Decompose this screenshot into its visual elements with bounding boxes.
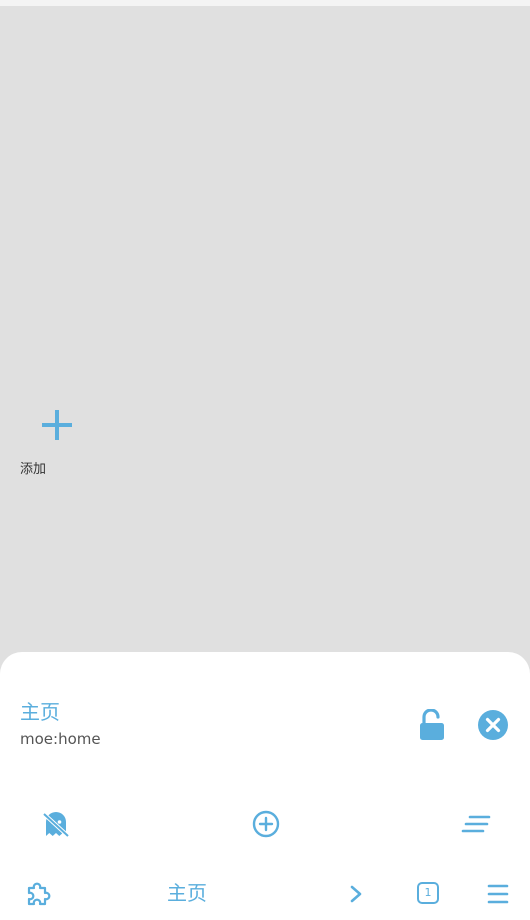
bottom-nav-bar: 主页 1 — [0, 872, 530, 916]
close-circle-icon — [478, 710, 508, 740]
plus-icon — [42, 410, 72, 440]
menu-icon — [487, 884, 509, 904]
page-info: 主页 moe:home — [20, 700, 101, 748]
status-bar — [0, 0, 530, 6]
forward-button[interactable] — [336, 874, 376, 914]
ghost-incognito-icon — [42, 812, 70, 838]
find-lines-icon — [461, 815, 491, 833]
tabs-icon: 1 — [417, 882, 439, 904]
chevron-right-icon — [350, 885, 362, 903]
page-title: 主页 — [20, 700, 60, 724]
add-circle-icon — [252, 810, 280, 838]
page-url[interactable]: moe:home — [20, 730, 101, 748]
home-button[interactable]: 主页 — [160, 880, 214, 906]
browser-screen: 添加 主页 moe:home 主页 1 — [0, 0, 530, 920]
extensions-button[interactable] — [18, 874, 58, 914]
close-button[interactable] — [474, 706, 512, 744]
tabs-button[interactable]: 1 — [408, 874, 448, 914]
new-tab-button[interactable] — [246, 804, 286, 844]
add-shortcut-label: 添加 — [20, 462, 47, 477]
lock-button[interactable] — [414, 706, 450, 744]
puzzle-extension-icon — [27, 882, 51, 906]
incognito-button[interactable] — [36, 804, 76, 844]
unlock-icon — [420, 709, 444, 740]
find-in-page-button[interactable] — [456, 804, 496, 844]
bottom-sheet: 主页 moe:home 主页 1 — [0, 652, 530, 920]
add-shortcut-button[interactable]: 添加 — [14, 402, 78, 480]
menu-button[interactable] — [478, 874, 518, 914]
